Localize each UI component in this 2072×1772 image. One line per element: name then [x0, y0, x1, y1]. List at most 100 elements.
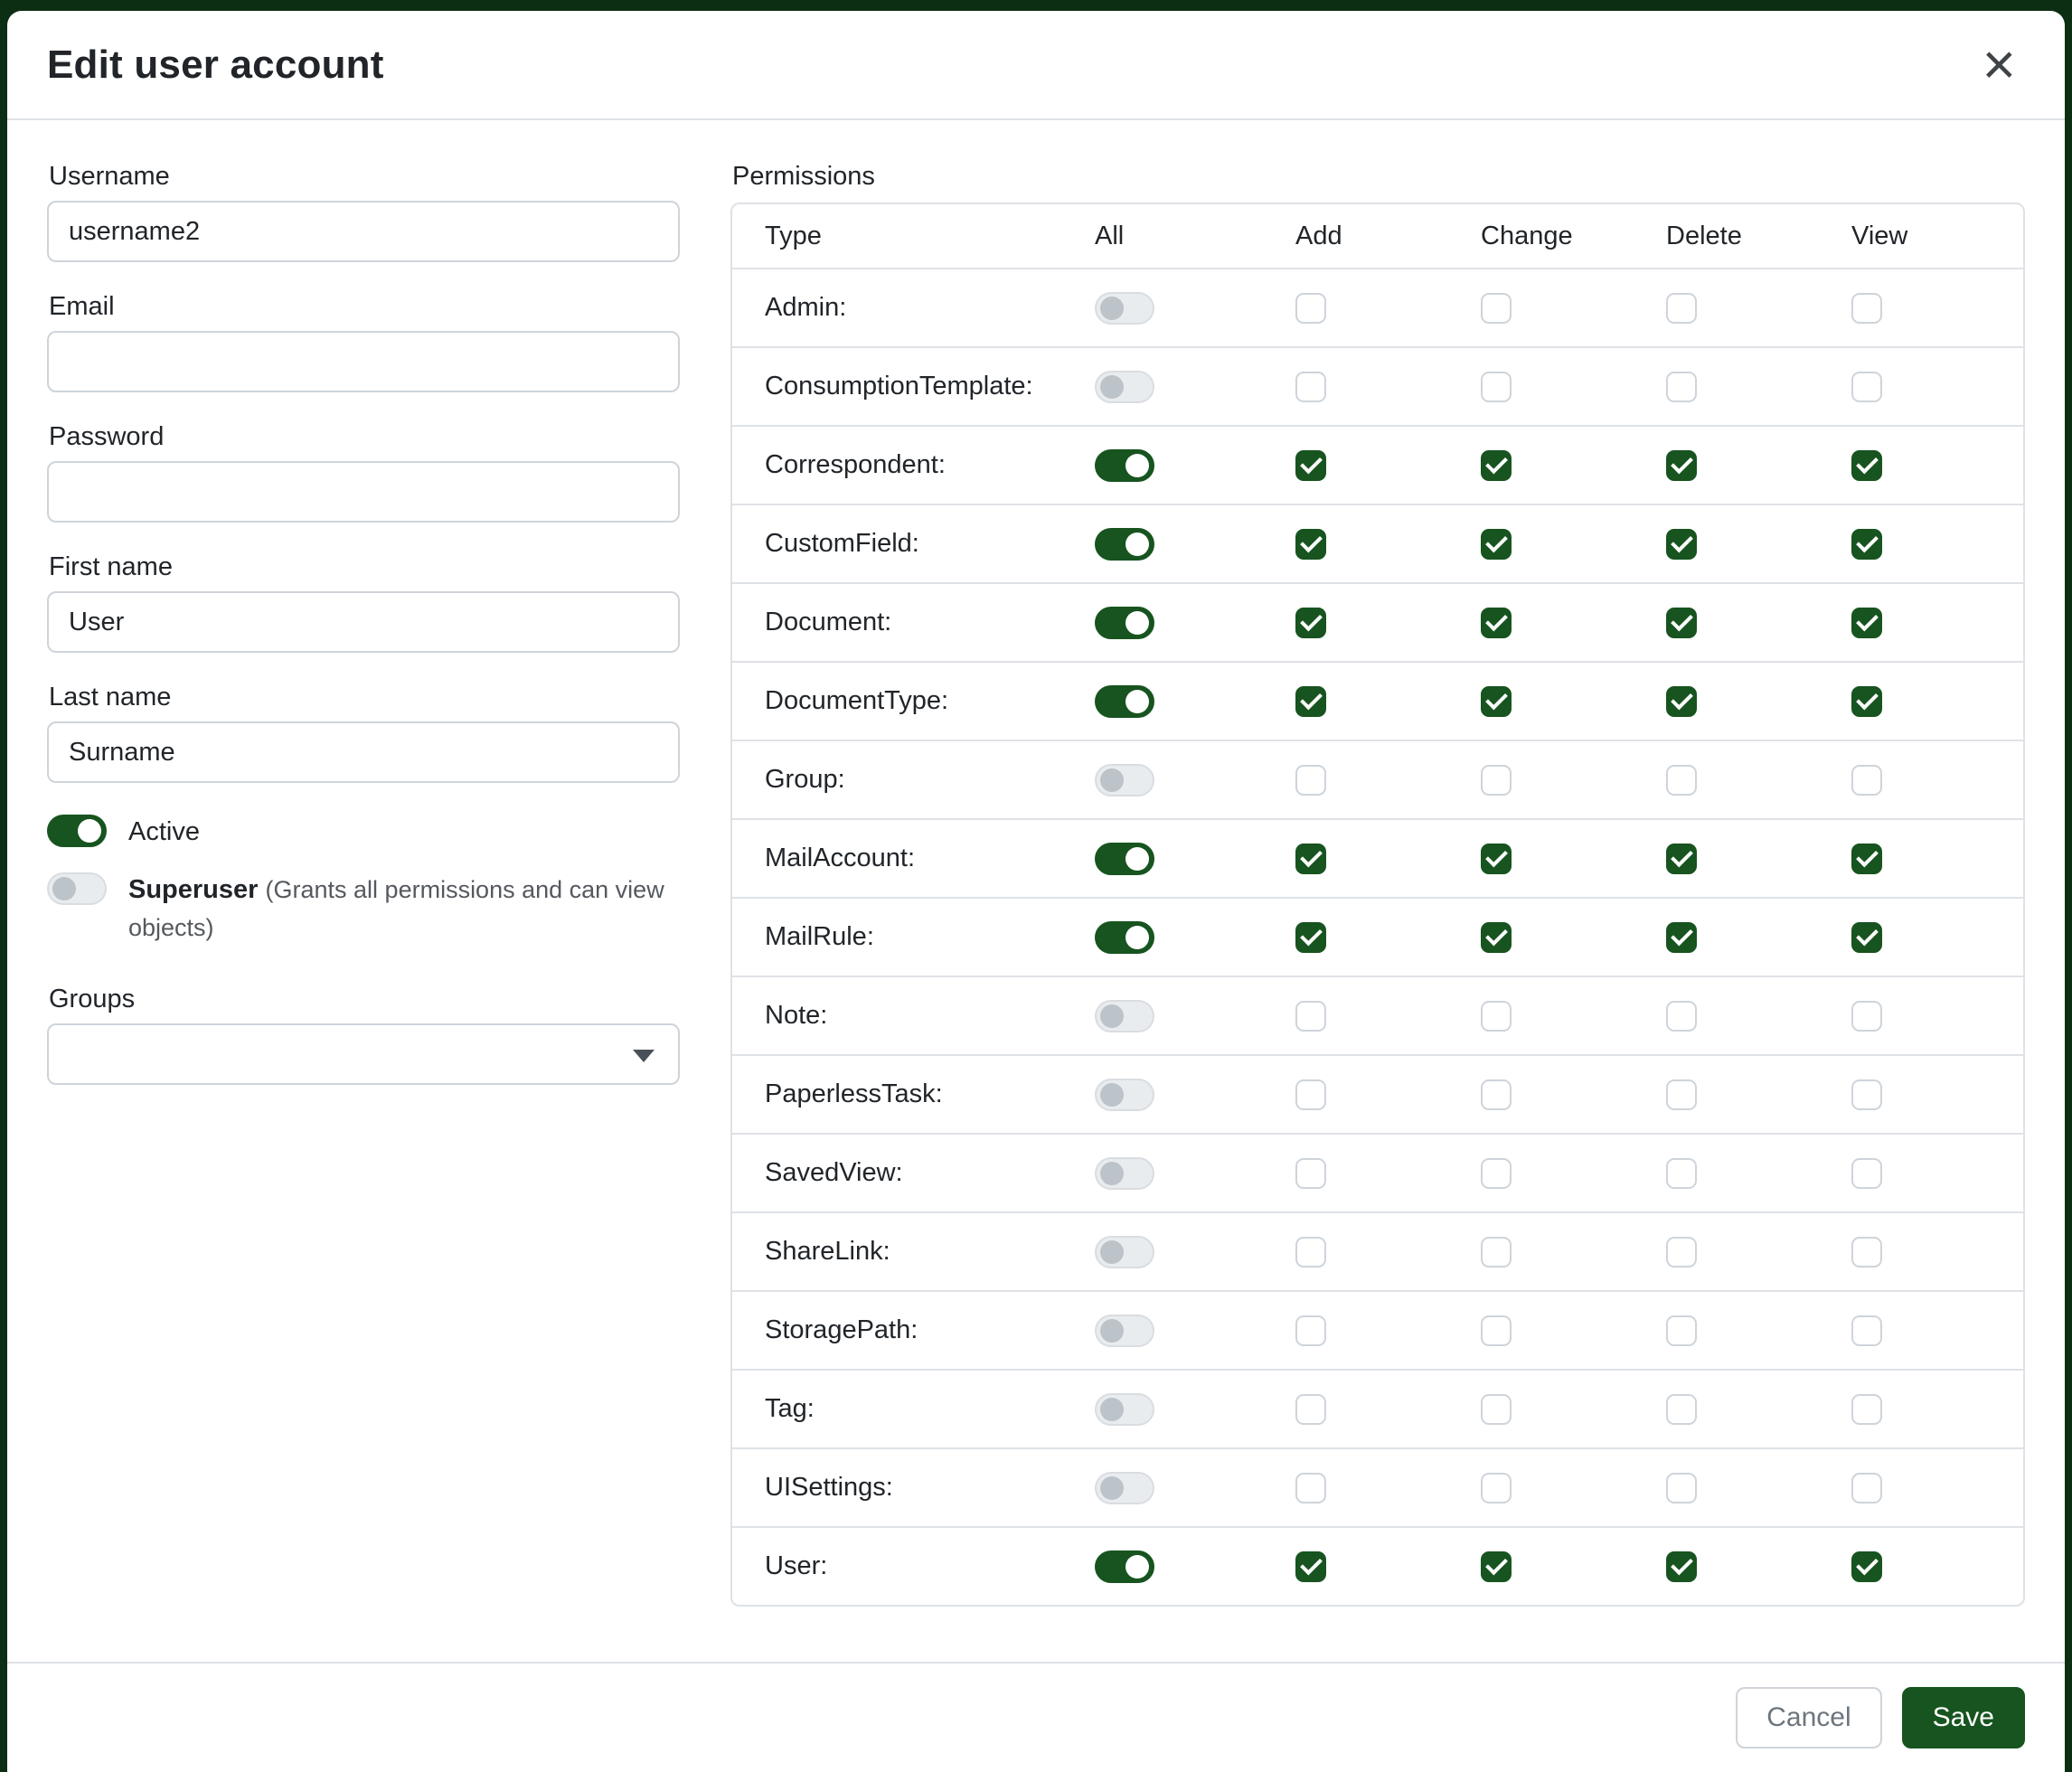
groups-select[interactable]: [47, 1023, 680, 1085]
permission-add-checkbox[interactable]: [1295, 372, 1326, 402]
col-delete: Delete: [1666, 222, 1851, 251]
permission-delete-checkbox[interactable]: [1666, 1394, 1697, 1425]
permission-all-toggle[interactable]: [1095, 371, 1154, 403]
save-button[interactable]: Save: [1902, 1687, 2025, 1748]
permission-change-checkbox[interactable]: [1481, 1315, 1512, 1346]
permission-view-checkbox[interactable]: [1851, 608, 1882, 638]
permission-add-checkbox[interactable]: [1295, 844, 1326, 874]
permission-view-checkbox[interactable]: [1851, 686, 1882, 717]
permission-add-checkbox[interactable]: [1295, 1551, 1326, 1582]
permission-add-checkbox[interactable]: [1295, 686, 1326, 717]
permission-view-checkbox[interactable]: [1851, 1473, 1882, 1503]
permission-change-checkbox[interactable]: [1481, 529, 1512, 560]
permission-all-toggle[interactable]: [1095, 764, 1154, 796]
permission-all-toggle[interactable]: [1095, 1315, 1154, 1347]
active-toggle[interactable]: [47, 815, 107, 847]
permission-delete-checkbox[interactable]: [1666, 765, 1697, 796]
permission-change-checkbox[interactable]: [1481, 1001, 1512, 1032]
permission-all-toggle[interactable]: [1095, 921, 1154, 954]
superuser-toggle[interactable]: [47, 872, 107, 905]
permission-view-checkbox[interactable]: [1851, 844, 1882, 874]
permission-delete-checkbox[interactable]: [1666, 1473, 1697, 1503]
permission-all-toggle[interactable]: [1095, 528, 1154, 561]
first-name-field[interactable]: [47, 591, 680, 653]
permission-add-checkbox[interactable]: [1295, 608, 1326, 638]
permission-view-checkbox[interactable]: [1851, 765, 1882, 796]
permission-change-checkbox[interactable]: [1481, 1237, 1512, 1268]
permission-change-checkbox[interactable]: [1481, 1473, 1512, 1503]
permission-all-toggle[interactable]: [1095, 607, 1154, 639]
permission-all-toggle[interactable]: [1095, 449, 1154, 482]
permission-change-checkbox[interactable]: [1481, 1394, 1512, 1425]
permission-all-toggle[interactable]: [1095, 292, 1154, 325]
permission-add-checkbox[interactable]: [1295, 450, 1326, 481]
permission-delete-checkbox[interactable]: [1666, 608, 1697, 638]
permission-add-checkbox[interactable]: [1295, 1473, 1326, 1503]
last-name-field[interactable]: [47, 721, 680, 783]
username-group: Username: [47, 162, 680, 262]
permission-all-toggle[interactable]: [1095, 1236, 1154, 1268]
close-icon[interactable]: ×: [1973, 38, 2025, 91]
permission-add-checkbox[interactable]: [1295, 293, 1326, 324]
permission-change-checkbox[interactable]: [1481, 450, 1512, 481]
permission-delete-checkbox[interactable]: [1666, 1079, 1697, 1110]
permission-delete-checkbox[interactable]: [1666, 1158, 1697, 1189]
permission-view-checkbox[interactable]: [1851, 450, 1882, 481]
permission-add-checkbox[interactable]: [1295, 1079, 1326, 1110]
permission-view-checkbox[interactable]: [1851, 529, 1882, 560]
permission-all-toggle[interactable]: [1095, 1472, 1154, 1504]
permission-add-checkbox[interactable]: [1295, 765, 1326, 796]
permission-delete-checkbox[interactable]: [1666, 844, 1697, 874]
permission-add-checkbox[interactable]: [1295, 1237, 1326, 1268]
permission-change-checkbox[interactable]: [1481, 1079, 1512, 1110]
table-row: Admin:: [732, 268, 2023, 346]
permission-view-checkbox[interactable]: [1851, 372, 1882, 402]
permission-add-checkbox[interactable]: [1295, 1394, 1326, 1425]
permission-change-checkbox[interactable]: [1481, 844, 1512, 874]
permission-all-toggle[interactable]: [1095, 1157, 1154, 1190]
permission-view-checkbox[interactable]: [1851, 1315, 1882, 1346]
permission-delete-checkbox[interactable]: [1666, 1237, 1697, 1268]
permission-view-checkbox[interactable]: [1851, 1079, 1882, 1110]
permission-all-toggle[interactable]: [1095, 685, 1154, 718]
permission-change-checkbox[interactable]: [1481, 1551, 1512, 1582]
permission-view-checkbox[interactable]: [1851, 1394, 1882, 1425]
permission-view-checkbox[interactable]: [1851, 1001, 1882, 1032]
permission-delete-checkbox[interactable]: [1666, 372, 1697, 402]
permission-delete-checkbox[interactable]: [1666, 450, 1697, 481]
permission-view-checkbox[interactable]: [1851, 1551, 1882, 1582]
permission-delete-checkbox[interactable]: [1666, 686, 1697, 717]
email-field[interactable]: [47, 331, 680, 392]
permission-view-checkbox[interactable]: [1851, 1158, 1882, 1189]
permission-delete-checkbox[interactable]: [1666, 1551, 1697, 1582]
permission-delete-checkbox[interactable]: [1666, 1001, 1697, 1032]
permission-all-toggle[interactable]: [1095, 1550, 1154, 1583]
permission-view-checkbox[interactable]: [1851, 922, 1882, 953]
permission-add-checkbox[interactable]: [1295, 1001, 1326, 1032]
permission-change-checkbox[interactable]: [1481, 608, 1512, 638]
permission-delete-checkbox[interactable]: [1666, 922, 1697, 953]
permission-delete-checkbox[interactable]: [1666, 1315, 1697, 1346]
permission-change-checkbox[interactable]: [1481, 765, 1512, 796]
username-input[interactable]: [47, 201, 680, 262]
permission-change-checkbox[interactable]: [1481, 1158, 1512, 1189]
permission-add-checkbox[interactable]: [1295, 1158, 1326, 1189]
permission-add-checkbox[interactable]: [1295, 529, 1326, 560]
permission-change-checkbox[interactable]: [1481, 372, 1512, 402]
permission-type-label: Group:: [765, 765, 1095, 795]
permission-delete-checkbox[interactable]: [1666, 293, 1697, 324]
permission-add-checkbox[interactable]: [1295, 922, 1326, 953]
permission-all-toggle[interactable]: [1095, 843, 1154, 875]
permission-all-toggle[interactable]: [1095, 1079, 1154, 1111]
permission-view-checkbox[interactable]: [1851, 293, 1882, 324]
password-field[interactable]: [47, 461, 680, 523]
cancel-button[interactable]: Cancel: [1736, 1687, 1881, 1748]
permission-change-checkbox[interactable]: [1481, 922, 1512, 953]
permission-all-toggle[interactable]: [1095, 1393, 1154, 1426]
permission-view-checkbox[interactable]: [1851, 1237, 1882, 1268]
permission-add-checkbox[interactable]: [1295, 1315, 1326, 1346]
permission-all-toggle[interactable]: [1095, 1000, 1154, 1032]
permission-change-checkbox[interactable]: [1481, 293, 1512, 324]
permission-delete-checkbox[interactable]: [1666, 529, 1697, 560]
permission-change-checkbox[interactable]: [1481, 686, 1512, 717]
